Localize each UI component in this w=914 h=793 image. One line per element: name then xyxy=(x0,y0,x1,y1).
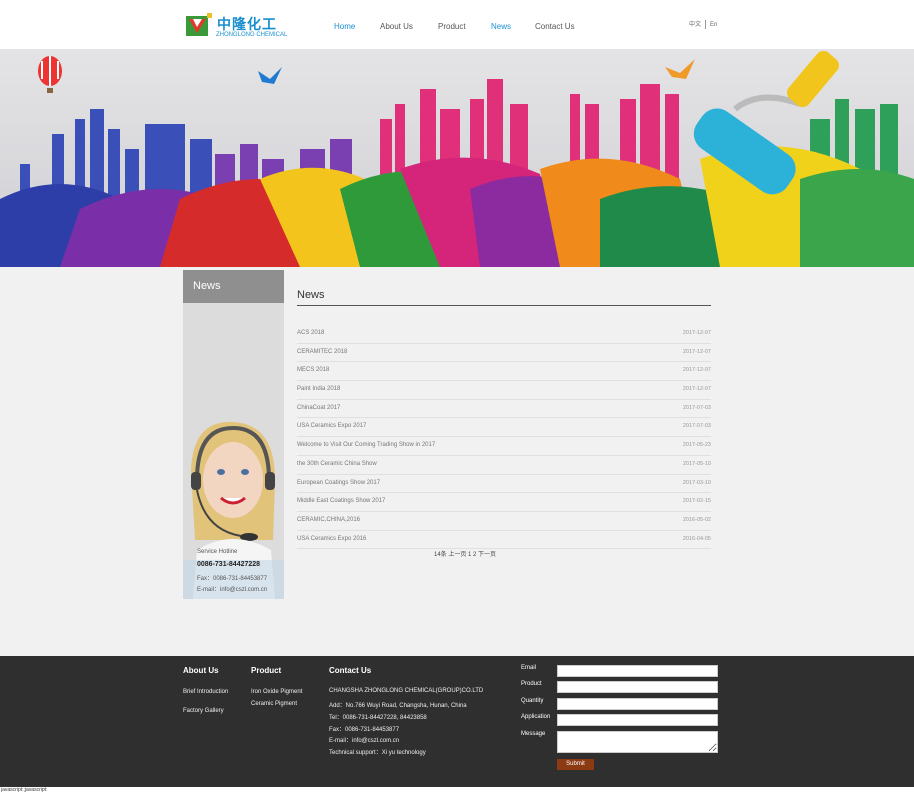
nav-about-us[interactable]: About Us xyxy=(380,22,413,31)
news-date: 2017-07-03 xyxy=(682,404,711,411)
service-agent-photo xyxy=(183,410,284,599)
pagination[interactable]: 14条 上一页 1 2 下一页 xyxy=(434,549,496,558)
nav-news[interactable]: News xyxy=(491,22,511,31)
news-title[interactable]: MECS 2018 xyxy=(297,367,329,373)
news-title[interactable]: ChinaCoat 2017 xyxy=(297,405,340,411)
footer-link-factory-gallery[interactable]: Factory Gallery xyxy=(183,708,224,715)
sidebar-title: News xyxy=(183,270,284,303)
submit-button[interactable]: Submit xyxy=(557,759,594,770)
news-row[interactable]: MECS 2018 2017-12-07 xyxy=(297,362,711,382)
footer-link-iron-oxide[interactable]: Iron Oxide Pigment xyxy=(251,689,302,696)
footer-about-heading: About Us xyxy=(183,666,219,675)
form-message-label: Message xyxy=(521,731,546,737)
news-row[interactable]: Paint India 2018 2017-12-07 xyxy=(297,381,711,400)
news-title[interactable]: the 30th Ceramic China Show xyxy=(297,461,377,467)
page-title: News xyxy=(297,289,325,301)
news-date: 2017-12-07 xyxy=(682,386,711,393)
news-date: 2017-12-07 xyxy=(682,348,711,355)
language-switcher: 中文 En xyxy=(689,19,717,29)
news-date: 2017-05-23 xyxy=(682,442,711,449)
news-title[interactable]: Paint India 2018 xyxy=(297,386,340,392)
news-date: 2017-02-15 xyxy=(682,498,711,505)
news-list: ACS 2018 2017-12-07 CERAMITEC 2018 2017-12-… xyxy=(297,325,711,550)
news-row[interactable]: CERAMITEC 2018 2017-12-07 xyxy=(297,344,711,363)
service-email: E-mail：info@cszl.com.cn xyxy=(197,587,268,593)
service-fax: Fax：0086-731-84453877 xyxy=(197,576,268,582)
footer-link-ceramic-pigment[interactable]: Ceramic Pigment xyxy=(251,701,297,708)
news-title[interactable]: CERAMITEC 2018 xyxy=(297,349,347,355)
news-date: 2017-05-10 xyxy=(682,460,711,467)
news-title[interactable]: Middle East Coatings Show 2017 xyxy=(297,498,385,504)
news-row[interactable]: European Coatings Show 2017 2017-03-10 xyxy=(297,475,711,494)
form-application-input[interactable] xyxy=(557,714,718,726)
news-date: 2017-07-03 xyxy=(682,423,711,430)
lang-chinese[interactable]: 中文 xyxy=(689,22,701,28)
news-title[interactable]: CERAMIC,CHINA,2016 xyxy=(297,517,360,523)
hero-banner xyxy=(0,49,914,267)
site-logo[interactable]: 中隆化工 ZHONGLONG CHEMICAL xyxy=(186,13,288,43)
nav-contact-us[interactable]: Contact Us xyxy=(535,22,575,31)
footer-email: E-mail：info@cszl.com.cn xyxy=(329,738,400,744)
footer-product-heading: Product xyxy=(251,666,282,675)
title-divider xyxy=(297,305,711,306)
service-hotline-number: 0086-731-84427228 xyxy=(197,561,261,568)
browser-status-bar: javascript:;javascript: xyxy=(0,787,914,793)
form-product-input[interactable] xyxy=(557,681,718,693)
news-date: 2017-12-07 xyxy=(682,330,711,336)
form-email-input[interactable] xyxy=(557,665,718,677)
logo-chinese-text: 中隆化工 xyxy=(217,16,277,32)
form-application-label: Application xyxy=(521,714,551,720)
form-email-label: Email xyxy=(521,665,537,671)
news-row[interactable]: ChinaCoat 2017 2017-07-03 xyxy=(297,400,711,419)
logo-english-text: ZHONGLONG CHEMICAL xyxy=(216,32,288,38)
news-title[interactable]: USA Ceramics Expo 2017 xyxy=(297,423,366,429)
lang-english[interactable]: En xyxy=(710,22,717,28)
nav-product[interactable]: Product xyxy=(438,22,466,31)
news-row[interactable]: the 30th Ceramic China Show 2017-05-10 xyxy=(297,456,711,475)
news-date: 2016-05-02 xyxy=(682,516,711,523)
news-date: 2017-03-10 xyxy=(682,479,711,486)
footer-tech-support: Technical support：Xi yu technology xyxy=(329,750,426,756)
news-row[interactable]: USA Ceramics Expo 2016 2016-04-05 xyxy=(297,531,711,550)
footer-tel: Tel：0086-731-84427228, 84423858 xyxy=(329,715,427,721)
news-title[interactable]: European Coatings Show 2017 xyxy=(297,480,380,486)
service-hotline-label: Service Hotline xyxy=(197,549,238,555)
news-date: 2017-12-07 xyxy=(682,367,711,374)
form-message-textarea[interactable] xyxy=(557,731,718,753)
lang-divider xyxy=(705,19,707,29)
news-row[interactable]: Middle East Coatings Show 2017 2017-02-15 xyxy=(297,493,711,512)
news-title[interactable]: USA Ceramics Expo 2016 xyxy=(297,536,366,542)
footer-fax: Fax：0086-731-84453877 xyxy=(329,727,400,733)
logo-mark-icon xyxy=(186,13,212,36)
footer-address: Add：No.766 Wuyi Road, Changsha, Hunan, C… xyxy=(329,703,467,709)
banner-image xyxy=(0,49,914,267)
news-title[interactable]: Welcome to Visit Our Coming Trading Show… xyxy=(297,442,435,448)
footer-link-brief-introduction[interactable]: Brief Introduction xyxy=(183,689,233,696)
news-date: 2016-04-05 xyxy=(682,535,711,542)
news-row[interactable]: Welcome to Visit Our Coming Trading Show… xyxy=(297,437,711,456)
site-footer: About Us Brief Introduction Factory Gall… xyxy=(0,656,914,787)
form-quantity-label: Quantity xyxy=(521,698,544,704)
nav-home[interactable]: Home xyxy=(334,22,355,31)
form-quantity-input[interactable] xyxy=(557,698,718,710)
news-row[interactable]: CERAMIC,CHINA,2016 2016-05-02 xyxy=(297,512,711,531)
footer-contact-heading: Contact Us xyxy=(329,666,372,675)
footer-company-name: CHANGSHA ZHONGLONG CHEMICAL(GROUP)CO.LTD xyxy=(329,688,484,694)
news-title[interactable]: ACS 2018 xyxy=(297,330,324,336)
site-header: 中隆化工 ZHONGLONG CHEMICAL Home About Us Pr… xyxy=(0,0,914,49)
form-product-label: Product xyxy=(521,681,542,687)
news-row[interactable]: ACS 2018 2017-12-07 xyxy=(297,325,711,344)
news-row[interactable]: USA Ceramics Expo 2017 2017-07-03 xyxy=(297,418,711,438)
